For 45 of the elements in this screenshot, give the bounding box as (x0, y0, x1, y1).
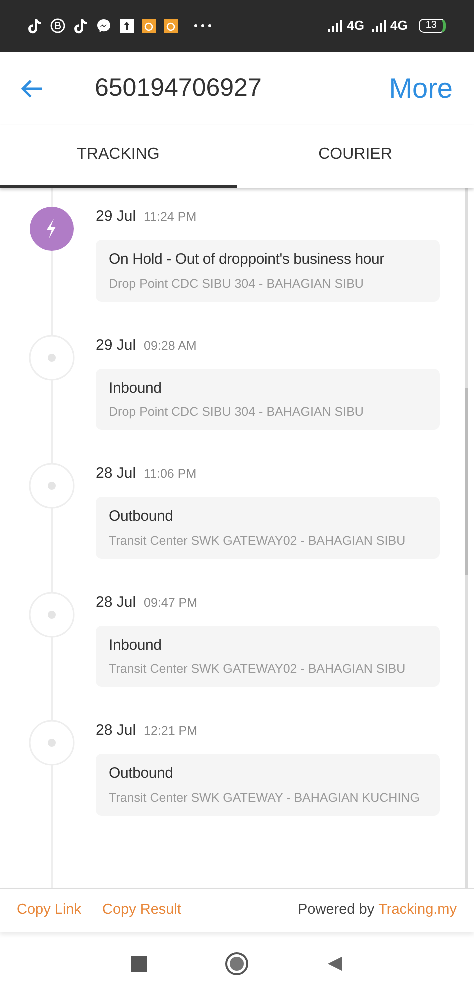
tab[interactable]: TRACKING (0, 125, 237, 188)
back-arrow-icon[interactable] (20, 78, 44, 98)
tiktok-icon (28, 18, 42, 34)
messenger-icon (96, 18, 112, 34)
network-label: 4G (347, 17, 365, 36)
signal-icon (372, 20, 388, 32)
tracking-number-title: 650194706927 (95, 72, 262, 104)
event-location: Transit Center SWK GATEWAY - BAHAGIAN KUCHING (109, 790, 421, 806)
tiktok-icon (74, 18, 88, 34)
event-date: 28 Jul (96, 721, 136, 741)
event-time: 11:24 PM (144, 209, 197, 226)
event-date: 28 Jul (96, 464, 136, 484)
app-icon (164, 19, 178, 33)
event-time: 09:28 AM (144, 338, 197, 354)
more-icon (194, 24, 212, 28)
event-location: Drop Point CDC SIBU 304 - BAHAGIAN SIBU (109, 404, 365, 421)
back-icon[interactable] (327, 956, 343, 972)
event-location: Transit Center SWK GATEWAY02 - BAHAGIAN SIBU (109, 661, 407, 678)
scrollbar-thumb[interactable] (465, 388, 468, 575)
tab[interactable]: COURIER (237, 125, 474, 188)
lightning-icon (29, 206, 75, 252)
event-date: 29 Jul (96, 207, 136, 227)
more-button[interactable]: More (389, 68, 454, 110)
upload-icon (120, 19, 134, 33)
event-date: 28 Jul (96, 592, 136, 612)
copy-link[interactable]: Copy Result (102, 900, 182, 922)
event-time: 11:06 PM (144, 466, 197, 483)
powered-by-label: Powered by (298, 900, 375, 920)
event-title: On Hold - Out of droppoint's business hour (109, 250, 386, 270)
event-title: Inbound (109, 636, 163, 656)
copy-link[interactable]: Copy Link (17, 900, 82, 922)
event-date: 29 Jul (96, 336, 136, 356)
brand-link[interactable]: Tracking.my (378, 900, 457, 922)
battery-indicator: 13 (418, 19, 446, 33)
event-location: Drop Point CDC SIBU 304 - BAHAGIAN SIBU (109, 276, 365, 292)
home-icon[interactable] (225, 952, 249, 976)
event-title: Outbound (109, 764, 174, 784)
event-title: Inbound (109, 378, 163, 398)
event-location: Transit Center SWK GATEWAY02 - BAHAGIAN SIBU (109, 532, 407, 550)
network-label: 4G (390, 17, 408, 36)
event-time: 12:21 PM (144, 723, 198, 740)
event-time: 09:47 PM (144, 594, 198, 612)
signal-icon (328, 20, 344, 32)
event-title: Outbound (109, 507, 174, 527)
app-icon (142, 19, 156, 33)
